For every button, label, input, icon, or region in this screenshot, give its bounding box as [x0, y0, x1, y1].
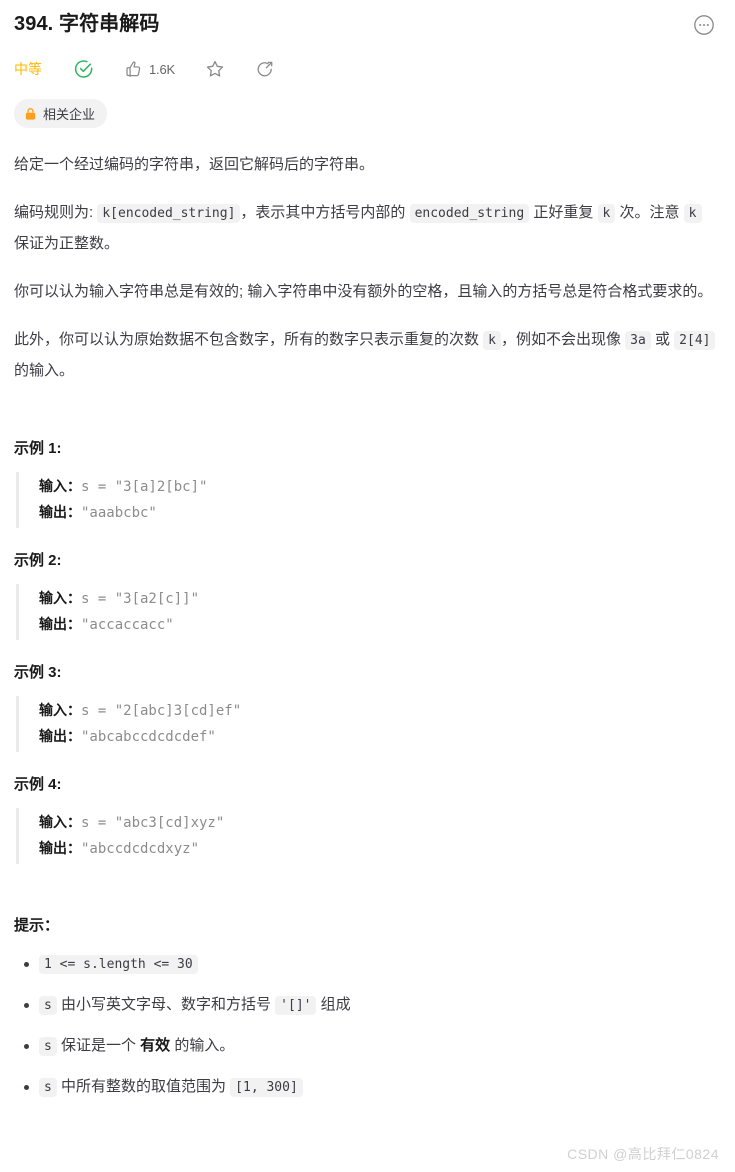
example-input-line: 输入：s = "3[a]2[bc]": [39, 474, 719, 500]
description-text-1: 给定一个经过编码的字符串，返回它解码后的字符串。: [14, 156, 375, 173]
example-block: 输入：s = "abc3[cd]xyz" 输出："abccdcdcdxyz": [16, 808, 719, 864]
output-label: 输出：: [39, 728, 81, 744]
example-title: 示例 3:: [14, 664, 62, 681]
desc2-part-a: 编码规则为:: [14, 204, 98, 221]
star-outline-icon[interactable]: [205, 59, 225, 79]
problem-page: 394. 字符串解码 中等 1.6K 相关企业 给定一个经过编码的字符串，返回它…: [0, 0, 735, 1172]
output-label: 输出：: [39, 616, 81, 632]
example-4: 示例 4: 输入：s = "abc3[cd]xyz" 输出："abccdcdcd…: [14, 774, 719, 864]
input-label: 输入：: [39, 702, 81, 718]
description-text-3: 你可以认为输入字符串总是有效的; 输入字符串中没有额外的空格，且输入的方括号总是…: [14, 283, 713, 300]
desc2-part-b: ，表示其中方括号内部的: [240, 204, 410, 221]
desc2-part-e: 保证为正整数。: [14, 235, 120, 252]
desc4-part-a: 此外，你可以认为原始数据不包含数字，所有的数字只表示重复的次数: [14, 331, 484, 348]
example-input-value: s = "2[abc]3[cd]ef": [81, 703, 242, 719]
section-spacer-2: [14, 886, 719, 914]
thumbs-up-icon[interactable]: 1.6K: [124, 60, 175, 79]
problem-description: 给定一个经过编码的字符串，返回它解码后的字符串。 编码规则为: k[encode…: [14, 150, 719, 1108]
inline-code-k-3: k: [483, 331, 501, 350]
description-paragraph-4: 此外，你可以认为原始数据不包含数字，所有的数字只表示重复的次数 k ，例如不会出现…: [14, 325, 719, 386]
example-input-value: s = "3[a2[c]]": [81, 591, 200, 607]
example-input-value: s = "abc3[cd]xyz": [81, 815, 225, 831]
inline-code-k-1: k: [597, 204, 616, 223]
example-input-value: s = "3[a]2[bc]": [81, 479, 208, 495]
description-paragraph-1: 给定一个经过编码的字符串，返回它解码后的字符串。: [14, 150, 719, 180]
hint3-text-b: 的输入。: [170, 1037, 235, 1054]
description-paragraph-3: 你可以认为输入字符串总是有效的; 输入字符串中没有额外的空格，且输入的方括号总是…: [14, 277, 719, 307]
company-tag-label: 相关企业: [43, 107, 96, 122]
desc2-part-d: 次。注意: [615, 204, 684, 221]
hints-title: 提示：: [14, 917, 60, 934]
inline-code-int-range: [1, 300]: [230, 1078, 303, 1097]
example-block: 输入：s = "3[a2[c]]" 输出："accaccacc": [16, 584, 719, 640]
watermark: CSDN @高比拜仁0824: [567, 1146, 719, 1162]
meta-row: 中等 1.6K: [14, 56, 719, 82]
example-block: 输入：s = "3[a]2[bc]" 输出："aaabcbc": [16, 472, 719, 528]
desc4-part-b: ，例如不会出现像: [501, 331, 626, 348]
share-icon[interactable]: [255, 59, 275, 79]
inline-code-k-encoded-string: k[encoded_string]: [97, 204, 241, 223]
inline-code-encoded-string: encoded_string: [409, 204, 530, 223]
example-output-line: 输出："aaabcbc": [39, 500, 719, 526]
inline-code-k-2: k: [683, 204, 702, 223]
example-input-line: 输入：s = "2[abc]3[cd]ef": [39, 698, 719, 724]
desc4-part-d: 的输入。: [14, 362, 75, 379]
example-output-line: 输出："abcabccdcdcdef": [39, 724, 719, 750]
description-paragraph-2: 编码规则为: k[encoded_string] ，表示其中方括号内部的 enco…: [14, 198, 719, 259]
example-output-line: 输出："accaccacc": [39, 612, 719, 638]
example-title: 示例 4:: [14, 776, 62, 793]
hint-item-4: s 中所有整数的取值范围为 [1, 300]: [14, 1067, 719, 1108]
lock-icon: [24, 107, 37, 121]
example-output-value: "abccdcdcdxyz": [81, 841, 200, 857]
inline-code-s-1: s: [39, 996, 57, 1015]
example-1: 示例 1: 输入：s = "3[a]2[bc]" 输出："aaabcbc": [14, 438, 719, 528]
input-label: 输入：: [39, 590, 81, 606]
hint2-text-a: 由小写英文字母、数字和方括号: [56, 996, 276, 1013]
output-label: 输出：: [39, 504, 81, 520]
inline-code-3a: 3a: [625, 331, 651, 350]
example-2: 示例 2: 输入：s = "3[a2[c]]" 输出："accaccacc": [14, 550, 719, 640]
input-label: 输入：: [39, 814, 81, 830]
example-output-value: "abcabccdcdcdef": [81, 729, 216, 745]
desc2-part-c: 正好重复: [529, 204, 598, 221]
example-title: 示例 1:: [14, 440, 62, 457]
inline-code-s-2: s: [39, 1037, 57, 1056]
title-row: 394. 字符串解码: [14, 10, 719, 38]
hint3-text-a: 保证是一个: [56, 1037, 141, 1054]
inline-code-2-4: 2[4]: [674, 331, 716, 350]
ellipsis-circle-icon[interactable]: [692, 13, 716, 37]
page-title: 394. 字符串解码: [14, 13, 160, 35]
example-input-line: 输入：s = "abc3[cd]xyz": [39, 810, 719, 836]
difficulty-badge[interactable]: 中等: [14, 59, 42, 79]
tag-row: 相关企业: [14, 99, 719, 128]
inline-code-s-3: s: [39, 1078, 57, 1097]
example-output-value: "aaabcbc": [81, 505, 157, 521]
hint3-bold-text: 有效: [140, 1037, 171, 1054]
output-label: 输出：: [39, 840, 81, 856]
desc4-part-c: 或: [650, 331, 675, 348]
example-output-value: "accaccacc": [81, 617, 174, 633]
example-title: 示例 2:: [14, 552, 62, 569]
hints-list: 1 <= s.length <= 30 s 由小写英文字母、数字和方括号 '[]…: [14, 944, 719, 1108]
inline-code-brackets: '[]': [275, 996, 317, 1015]
check-circle-icon[interactable]: [74, 59, 94, 79]
hint4-text-a: 中所有整数的取值范围为: [56, 1078, 231, 1095]
inline-code-length-range: 1 <= s.length <= 30: [39, 955, 198, 974]
example-input-line: 输入：s = "3[a2[c]]": [39, 586, 719, 612]
hint-item-1: 1 <= s.length <= 30: [14, 944, 719, 985]
example-output-line: 输出："abccdcdcdxyz": [39, 836, 719, 862]
example-3: 示例 3: 输入：s = "2[abc]3[cd]ef" 输出："abcabcc…: [14, 662, 719, 752]
company-tag-button[interactable]: 相关企业: [14, 99, 108, 128]
hint-item-3: s 保证是一个 有效 的输入。: [14, 1026, 719, 1067]
input-label: 输入：: [39, 478, 81, 494]
example-block: 输入：s = "2[abc]3[cd]ef" 输出："abcabccdcdcde…: [16, 696, 719, 752]
hint-item-2: s 由小写英文字母、数字和方括号 '[]' 组成: [14, 985, 719, 1026]
like-count: 1.6K: [149, 61, 175, 77]
hint2-text-b: 组成: [316, 996, 351, 1013]
